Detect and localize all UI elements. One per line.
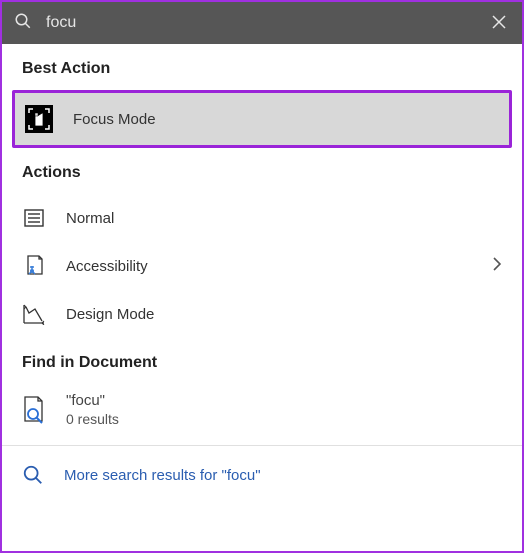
action-label: Accessibility — [66, 258, 148, 275]
more-search-results[interactable]: More search results for "focu" — [2, 446, 522, 504]
search-input[interactable] — [46, 14, 474, 32]
search-bar — [2, 2, 522, 44]
search-icon — [22, 464, 44, 486]
find-result-count: 0 results — [66, 411, 119, 427]
accessibility-icon — [22, 254, 46, 278]
action-item-normal[interactable]: Normal — [2, 194, 522, 242]
best-action-label: Focus Mode — [73, 111, 156, 128]
more-results-label: More search results for "focu" — [64, 467, 261, 484]
section-actions-label: Actions — [2, 148, 522, 194]
find-in-document-item[interactable]: "focu" 0 results — [2, 384, 522, 441]
search-results-panel: Best Action Focus Mode Actions Normal — [2, 44, 522, 551]
design-mode-icon — [22, 302, 46, 326]
chevron-right-icon — [492, 256, 502, 277]
action-label: Normal — [66, 210, 114, 227]
normal-view-icon — [22, 206, 46, 230]
section-find-label: Find in Document — [2, 338, 522, 384]
find-query-text: "focu" — [66, 392, 119, 409]
best-action-focus-mode[interactable]: Focus Mode — [12, 90, 512, 148]
focus-mode-icon — [25, 105, 53, 133]
find-document-icon — [22, 395, 46, 425]
search-icon — [14, 12, 32, 35]
close-icon[interactable] — [488, 12, 510, 35]
action-item-accessibility[interactable]: Accessibility — [2, 242, 522, 290]
action-label: Design Mode — [66, 306, 154, 323]
action-item-design-mode[interactable]: Design Mode — [2, 290, 522, 338]
section-best-action-label: Best Action — [2, 44, 522, 90]
